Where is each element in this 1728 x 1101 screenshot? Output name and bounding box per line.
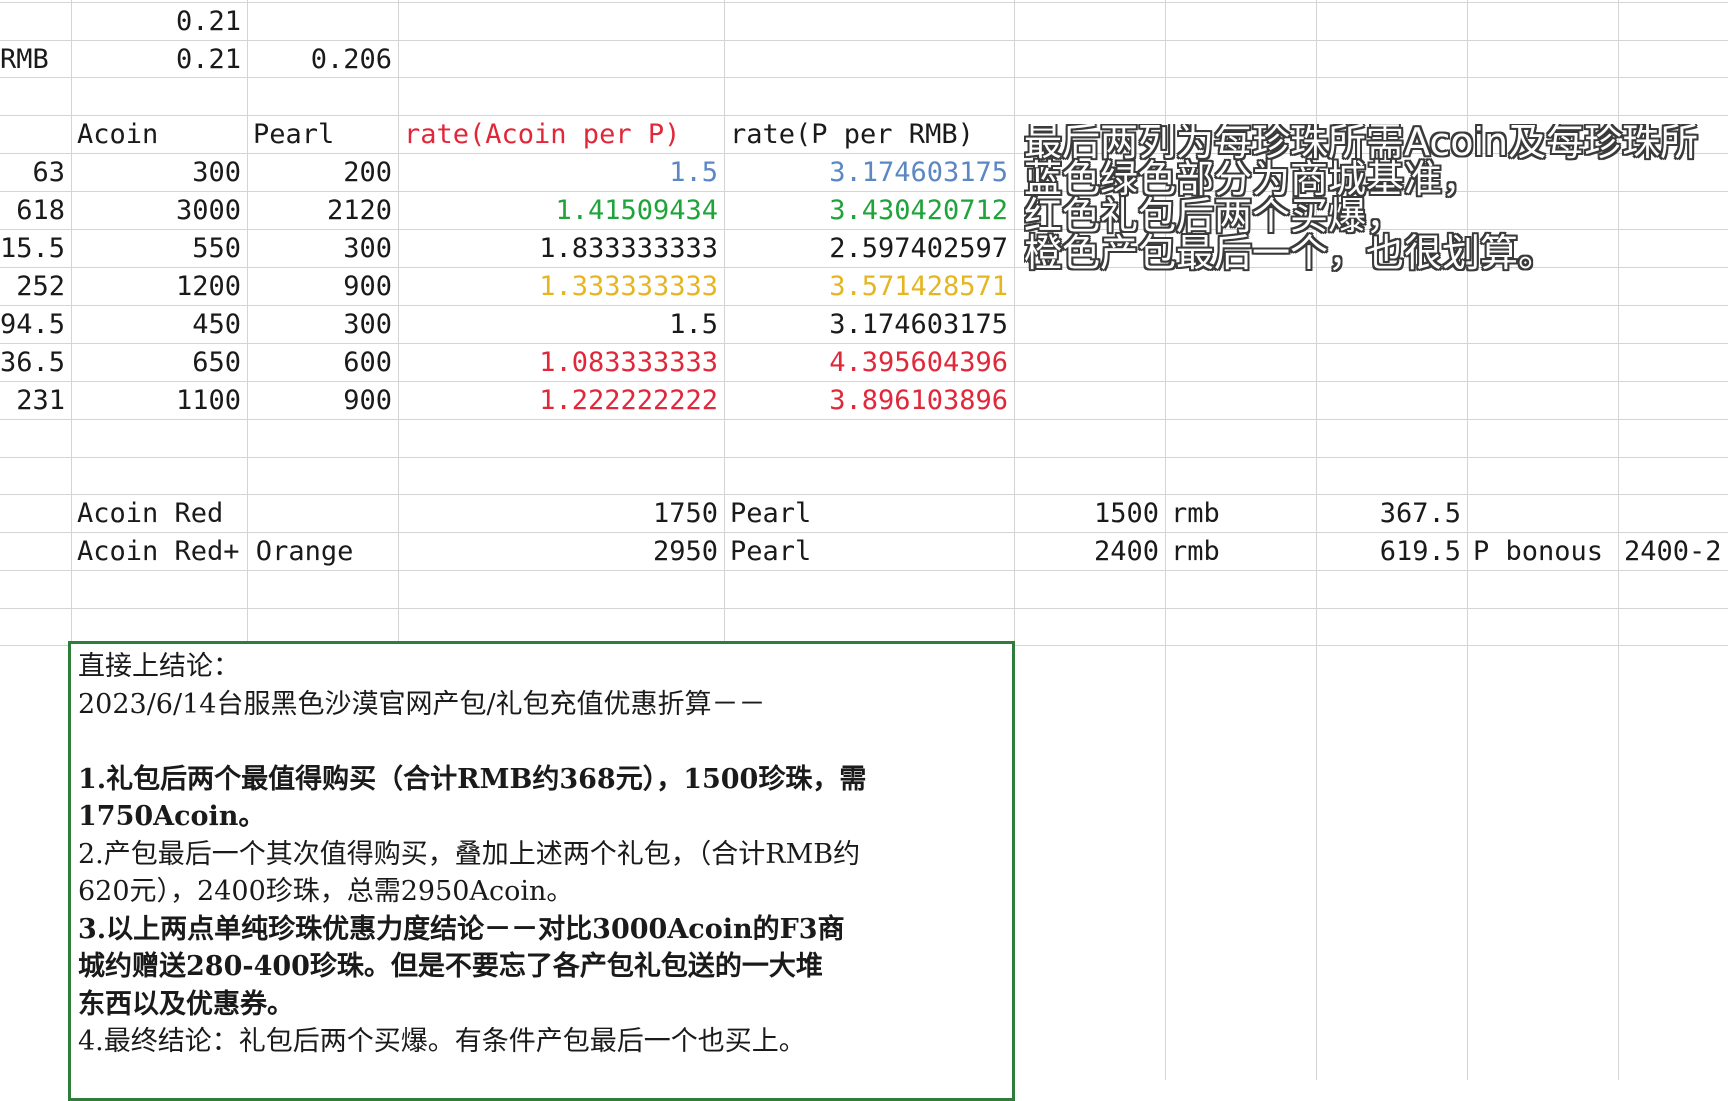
header-pearl[interactable]: Pearl [247, 116, 398, 153]
cell-rate-acoin[interactable]: 1.083333333 [398, 344, 724, 381]
header-rate-acoin-per-p[interactable]: rate(Acoin per P) [398, 116, 724, 153]
cell-rmb-label[interactable]: RMB [0, 41, 71, 78]
cell-acoin[interactable]: 450 [71, 306, 247, 343]
cell-acoin[interactable]: 1100 [71, 382, 247, 419]
cell-rate-pearl[interactable]: 3.430420712 [724, 192, 1014, 229]
cell-rate-pearl[interactable]: 3.896103896 [724, 382, 1014, 419]
overlay-note-line: 最后两列为每珍珠所需Acoin及每珍珠所 [1024, 124, 1699, 164]
cell-rmb[interactable]: 15.5 [0, 230, 71, 267]
conclusion-point-3-cont: 城约赠送280-400珍珠。但是不要忘了各产包礼包送的一大堆 [78, 951, 823, 982]
cell-rate-pearl[interactable]: 3.174603175 [724, 154, 1014, 191]
cell-acoin[interactable]: 300 [71, 154, 247, 191]
cell-pearl[interactable]: 300 [247, 306, 398, 343]
conclusion-point-3-cont2: 东西以及优惠券。 [78, 988, 294, 1020]
cell-pearl[interactable]: 2120 [247, 192, 398, 229]
cell-summary-pearl-label[interactable]: Pearl [724, 495, 1014, 532]
cell-pearl[interactable]: 600 [247, 344, 398, 381]
cell-summary-acoin[interactable]: 1750 [398, 495, 724, 532]
cell-rate-acoin[interactable]: 1.222222222 [398, 382, 724, 419]
cell-summary-pearl[interactable]: 1500 [1014, 495, 1165, 532]
cell-summary-label[interactable]: Acoin Red+ Orange [71, 533, 398, 570]
cell-rmb[interactable]: 618 [0, 192, 71, 229]
overlay-note-line: 红色礼包后两个买爆， [1024, 194, 1405, 238]
conclusion-point-2-cont: 620元），2400珍珠，总需2950Acoin。 [78, 876, 574, 907]
cell-summary-acoin[interactable]: 2950 [398, 533, 724, 570]
cell-summary-rmb[interactable]: 367.5 [1316, 495, 1467, 532]
conclusion-point-2: 2.产包最后一个其次值得购买，叠加上述两个礼包，（合计RMB约 [78, 838, 861, 870]
conclusion-textbox[interactable]: 直接上结论： 2023/6/14台服黑色沙漠官网产包/礼包充值优惠折算－－ 1.… [68, 641, 1015, 1101]
conclusion-title: 直接上结论： [78, 651, 240, 682]
conclusion-point-1-cont: 1750Acoin。 [78, 801, 266, 832]
cell-summary-rmb-label[interactable]: rmb [1165, 495, 1316, 532]
cell-acoin[interactable]: 550 [71, 230, 247, 267]
cell-rmb[interactable]: 94.5 [0, 306, 71, 343]
cell-acoin[interactable]: 1200 [71, 268, 247, 305]
cell-rate-pearl[interactable]: 3.571428571 [724, 268, 1014, 305]
cell-summary-pearl-label[interactable]: Pearl [724, 533, 1014, 570]
cell-summary-pearl[interactable]: 2400 [1014, 533, 1165, 570]
cell-rmb-rate-2[interactable]: 0.206 [247, 41, 398, 78]
cell-summary-label[interactable]: Acoin Red [71, 495, 398, 532]
cell-rmb[interactable]: 252 [0, 268, 71, 305]
overlay-note-line: 橙色产包最后一个，也很划算。 [1024, 231, 1557, 272]
cell-rate-pearl[interactable]: 3.174603175 [724, 306, 1014, 343]
cell-pearl[interactable]: 300 [247, 230, 398, 267]
cell-summary-rmb[interactable]: 619.5 [1316, 533, 1467, 570]
conclusion-point-4: 4.最终结论：礼包后两个买爆。有条件产包最后一个也买上。 [78, 1026, 806, 1057]
cell-top-rate[interactable]: 0.21 [71, 3, 247, 40]
cell-rate-pearl[interactable]: 2.597402597 [724, 230, 1014, 267]
cell-summary-bonus-value[interactable]: 2400-2 [1618, 533, 1728, 570]
conclusion-blank [78, 723, 1006, 761]
cell-summary-rmb-label[interactable]: rmb [1165, 533, 1316, 570]
cell-pearl[interactable]: 200 [247, 154, 398, 191]
cell-summary-bonus-label[interactable]: P bonous [1467, 533, 1618, 570]
cell-acoin[interactable]: 650 [71, 344, 247, 381]
cell-rate-acoin[interactable]: 1.5 [398, 306, 724, 343]
conclusion-point-3: 3.以上两点单纯珍珠优惠力度结论－－对比3000Acoin的F3商 [78, 913, 845, 945]
overlay-note-line: 蓝色绿色部分为商城基准， [1024, 157, 1481, 201]
cell-acoin[interactable]: 3000 [71, 192, 247, 229]
cell-rmb-rate[interactable]: 0.21 [71, 41, 247, 78]
cell-pearl[interactable]: 900 [247, 268, 398, 305]
cell-rate-pearl[interactable]: 4.395604396 [724, 344, 1014, 381]
cell-pearl[interactable]: 900 [247, 382, 398, 419]
cell-rmb[interactable]: 36.5 [0, 344, 71, 381]
conclusion-subtitle: 2023/6/14台服黑色沙漠官网产包/礼包充值优惠折算－－ [78, 688, 766, 720]
conclusion-point-1: 1.礼包后两个最值得购买（合计RMB约368元），1500珍珠，需 [78, 763, 867, 795]
header-acoin[interactable]: Acoin [71, 116, 247, 153]
cell-rmb[interactable]: 63 [0, 154, 71, 191]
header-rate-p-per-rmb[interactable]: rate(P per RMB) [724, 116, 1014, 153]
cell-rate-acoin[interactable]: 1.41509434 [398, 192, 724, 229]
cell-rmb[interactable]: 231 [0, 382, 71, 419]
cell-rate-acoin[interactable]: 1.833333333 [398, 230, 724, 267]
cell-rate-acoin[interactable]: 1.333333333 [398, 268, 724, 305]
cell-rate-acoin[interactable]: 1.5 [398, 154, 724, 191]
overlay-note: 最后两列为每珍珠所需Acoin及每珍珠所 蓝色绿色部分为商城基准， 红色礼包后两… [1024, 124, 1728, 272]
